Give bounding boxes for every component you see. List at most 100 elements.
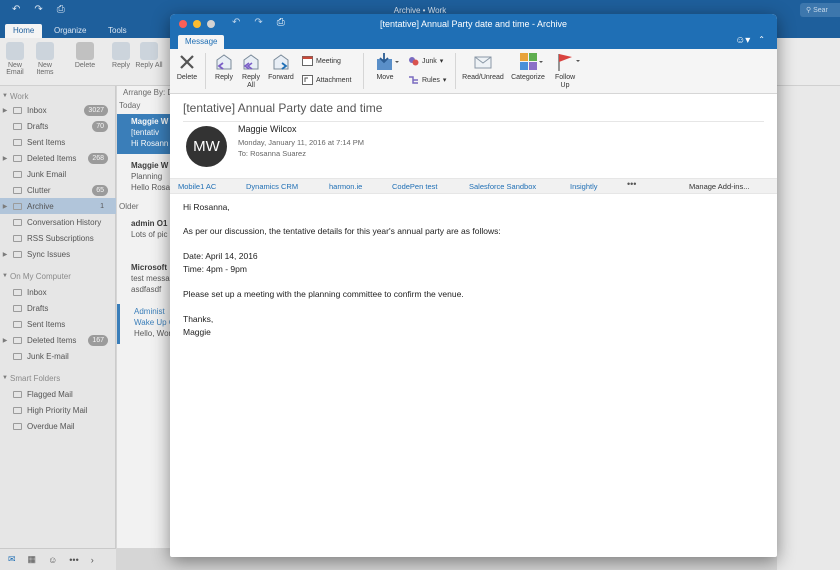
list-item-from: Maggie W [131, 161, 169, 170]
main-search-input[interactable]: ⚲ Sear [800, 3, 840, 17]
folder-group-smart-folders[interactable]: ▼ Smart Folders [0, 370, 116, 386]
folder-label: Clutter [27, 185, 51, 195]
folder-group-on-my-computer[interactable]: ▼ On My Computer [0, 268, 116, 284]
main-reply-all-button[interactable]: Reply All [134, 42, 164, 69]
unread-badge: 3027 [84, 104, 108, 116]
new-items-icon [36, 42, 54, 60]
recipient-line[interactable]: To: Rosanna Suarez [238, 149, 306, 158]
smart-folder-overdue[interactable]: Overdue Mail [0, 418, 116, 434]
tab-tools[interactable]: Tools [100, 24, 135, 38]
tab-organize[interactable]: Organize [46, 24, 94, 38]
people-icon[interactable]: ☺ [48, 555, 57, 565]
addin-salesforce-sandbox[interactable]: Salesforce Sandbox [469, 182, 536, 191]
sender-name[interactable]: Maggie Wilcox [238, 124, 297, 134]
smart-folder-flagged[interactable]: Flagged Mail [0, 386, 116, 402]
folder-label: Archive [27, 201, 54, 211]
new-items-button[interactable]: New Items [30, 42, 60, 76]
folder-junk-email[interactable]: Junk Email [0, 166, 116, 182]
folder-label: Sync Issues [27, 249, 71, 259]
list-item[interactable]: Administ Wake Up C Hello, Worl [117, 304, 170, 344]
folder-inbox[interactable]: ▶ Inbox 3027 [0, 102, 116, 118]
main-delete-button[interactable]: Delete [70, 42, 100, 69]
junk-button[interactable]: Junk ▾ [408, 56, 443, 66]
expand-icon: ▶ [2, 107, 8, 114]
folder-conversation-history[interactable]: Conversation History [0, 214, 116, 230]
arrange-by[interactable]: Arrange By: D [123, 88, 170, 97]
tab-message[interactable]: Message [178, 35, 225, 49]
new-email-button[interactable]: New Email [0, 42, 30, 76]
tab-home[interactable]: Home [5, 24, 43, 38]
reading-pane-background [777, 86, 840, 570]
addin-dynamics-crm[interactable]: Dynamics CRM [246, 182, 298, 191]
collapse-ribbon-icon[interactable]: ⌃ [758, 35, 765, 46]
addin-harmon-ie[interactable]: harmon.ie [329, 182, 362, 191]
trash-icon [13, 336, 22, 344]
smart-folder-high-priority[interactable]: High Priority Mail [0, 402, 116, 418]
local-folder-drafts[interactable]: Drafts [0, 300, 116, 316]
message-window-title: [tentative] Annual Party date and time -… [379, 19, 568, 29]
message-tab-bar: Message ☺▾ ⌃ [170, 34, 777, 49]
chevron-right-icon[interactable]: › [91, 555, 94, 565]
mail-icon[interactable]: ✉ [8, 554, 16, 565]
expand-icon: ▶ [2, 337, 8, 344]
folder-rss-subscriptions[interactable]: RSS Subscriptions [0, 230, 116, 246]
meeting-button[interactable]: Meeting [302, 56, 341, 66]
message-window: ↶ ↷ ⎙ [tentative] Annual Party date and … [170, 14, 777, 557]
folder-label: Inbox [27, 287, 47, 297]
folder-drafts[interactable]: Drafts 70 [0, 118, 116, 134]
list-item[interactable]: Maggie W [tentativ Hi Rosann [117, 114, 170, 154]
attachment-button[interactable]: Attachment [302, 75, 351, 85]
local-folder-inbox[interactable]: Inbox [0, 284, 116, 300]
manage-addins-button[interactable]: Manage Add-ins... [689, 182, 749, 191]
main-reply-button[interactable]: Reply [106, 42, 136, 69]
follow-up-button[interactable]: Follow Up [551, 52, 580, 90]
delete-button[interactable]: Delete [176, 52, 198, 82]
message-subject: [tentative] Annual Party date and time [183, 101, 383, 115]
unread-badge: 70 [92, 120, 108, 132]
reply-button[interactable]: Reply [212, 52, 236, 82]
list-item[interactable]: Microsoft test messa asdfasdf [117, 260, 170, 300]
body-date-line: Date: April 14, 2016 [183, 251, 258, 261]
addin-mobile1-ac[interactable]: Mobile1 AC [178, 182, 216, 191]
list-item-from: admin O1 [131, 219, 168, 228]
expand-icon: ▶ [2, 203, 8, 210]
main-reply-all-label: Reply All [135, 62, 163, 69]
list-item[interactable]: admin O1 Lots of pic [117, 216, 170, 256]
local-folder-deleted-items[interactable]: ▶ Deleted Items 167 [0, 332, 116, 348]
local-folder-junk-email[interactable]: Junk E-mail [0, 348, 116, 364]
folder-label: Overdue Mail [27, 421, 75, 431]
message-list: Arrange By: D Today Maggie W [tentativ Hi … [117, 86, 170, 548]
folder-label: Junk E-mail [27, 351, 69, 361]
message-ribbon: Delete Reply Reply All Forward Meeting A… [170, 49, 777, 94]
folder-archive[interactable]: ▶ Archive 1 [0, 198, 116, 214]
addin-codepen-test[interactable]: CodePen test [392, 182, 437, 191]
folder-deleted-items[interactable]: ▶ Deleted Items 268 [0, 150, 116, 166]
more-icon[interactable]: ••• [69, 555, 78, 565]
smiley-feedback-icon[interactable]: ☺▾ [735, 35, 750, 46]
folder-clutter[interactable]: Clutter 65 [0, 182, 116, 198]
list-item[interactable]: Maggie W Planning Hello Rosa [117, 158, 170, 198]
addin-insightly[interactable]: Insightly [570, 182, 598, 191]
forward-button[interactable]: Forward [266, 52, 296, 82]
collapse-icon: ▼ [2, 375, 8, 381]
addins-more-button[interactable]: ••• [627, 179, 636, 189]
move-button[interactable]: Move [370, 52, 400, 82]
rules-button[interactable]: Rules ▾ [408, 75, 446, 85]
folder-label: Deleted Items [27, 153, 77, 163]
list-item-preview: Hi Rosann [131, 139, 169, 148]
read-unread-button[interactable]: Read/Unread [460, 52, 506, 82]
folder-label: Sent Items [27, 137, 66, 147]
folder-icon [13, 122, 22, 130]
reply-all-button[interactable]: Reply All [238, 52, 264, 90]
categorize-button[interactable]: Categorize [508, 52, 548, 82]
local-folder-sent-items[interactable]: Sent Items [0, 316, 116, 332]
folder-icon [13, 234, 22, 242]
reply-all-icon [140, 42, 158, 60]
folder-label: Inbox [27, 105, 47, 115]
follow-up-label: Follow Up [555, 74, 576, 89]
folder-sync-issues[interactable]: ▶ Sync Issues [0, 246, 116, 262]
group-older[interactable]: Older [119, 202, 139, 211]
calendar-icon[interactable]: ▦ [28, 554, 37, 565]
folder-sent-items[interactable]: Sent Items [0, 134, 116, 150]
group-today[interactable]: Today [119, 101, 140, 110]
